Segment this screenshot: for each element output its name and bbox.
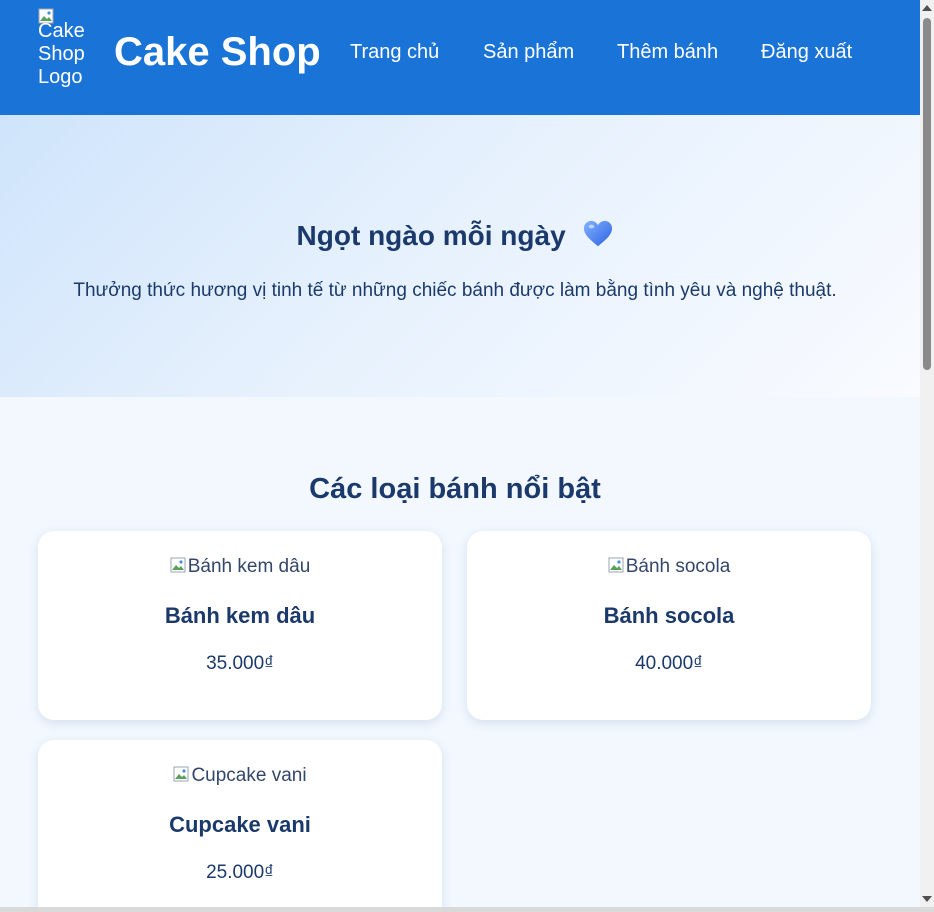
product-card[interactable]: Bánh kem dâu Bánh kem dâu 35.000₫ — [38, 531, 442, 720]
hero-title-text: Ngọt ngào mỗi ngày — [296, 220, 566, 251]
brand-title[interactable]: Cake Shop — [114, 28, 321, 76]
blue-heart-icon — [584, 220, 613, 247]
scroll-up-arrow-icon[interactable] — [922, 5, 932, 11]
horizontal-scrollbar[interactable] — [0, 907, 934, 912]
product-price: 25.000₫ — [206, 862, 274, 883]
product-price: 40.000₫ — [635, 653, 703, 674]
scroll-down-arrow-icon[interactable] — [922, 896, 932, 902]
site-logo[interactable]: Cake Shop Logo — [38, 8, 98, 89]
product-name: Bánh socola — [603, 603, 735, 628]
nav-link-logout[interactable]: Đăng xuất — [761, 39, 852, 65]
product-image: Cupcake vani — [38, 764, 442, 788]
product-image-alt: Cupcake vani — [191, 765, 307, 786]
vertical-scrollbar[interactable] — [920, 0, 934, 907]
product-price: 35.000₫ — [206, 653, 274, 674]
nav-link-add-cake[interactable]: Thêm bánh — [617, 39, 718, 65]
product-image: Bánh socola — [467, 555, 871, 579]
product-image-alt: Bánh kem dâu — [187, 556, 311, 577]
hero-subtitle: Thưởng thức hương vị tinh tế từ những ch… — [73, 280, 837, 301]
logo-alt-text-line-1: Cake — [38, 20, 85, 42]
product-card[interactable]: Cupcake vani Cupcake vani 25.000₫ — [38, 740, 442, 907]
product-name: Cupcake vani — [169, 812, 311, 837]
logo-alt-text-line-3: Logo — [38, 66, 83, 88]
hero-banner: Ngọt ngào mỗi ngày Thưởng thức hương vị … — [0, 115, 920, 397]
product-image-alt: Bánh socola — [625, 556, 731, 577]
scrollbar-thumb[interactable] — [923, 18, 931, 370]
browser-page: Cake Shop Logo Cake Shop Trang chủ Sản p… — [0, 0, 934, 912]
site-header: Cake Shop Logo Cake Shop Trang chủ Sản p… — [0, 0, 920, 115]
logo-alt-text-line-2: Shop — [38, 43, 85, 65]
featured-section-title: Các loại bánh nổi bật — [309, 473, 601, 505]
product-card[interactable]: Bánh socola Bánh socola 40.000₫ — [467, 531, 871, 720]
broken-image-icon — [170, 557, 186, 573]
broken-image-icon — [608, 557, 624, 573]
product-name: Bánh kem dâu — [164, 603, 316, 628]
nav-link-home[interactable]: Trang chủ — [350, 39, 439, 65]
broken-image-icon — [173, 766, 189, 782]
hero-title: Ngọt ngào mỗi ngày — [0, 217, 910, 255]
page-viewport: Cake Shop Logo Cake Shop Trang chủ Sản p… — [0, 0, 920, 907]
product-image: Bánh kem dâu — [38, 555, 442, 579]
nav-link-products[interactable]: Sản phẩm — [483, 39, 574, 65]
